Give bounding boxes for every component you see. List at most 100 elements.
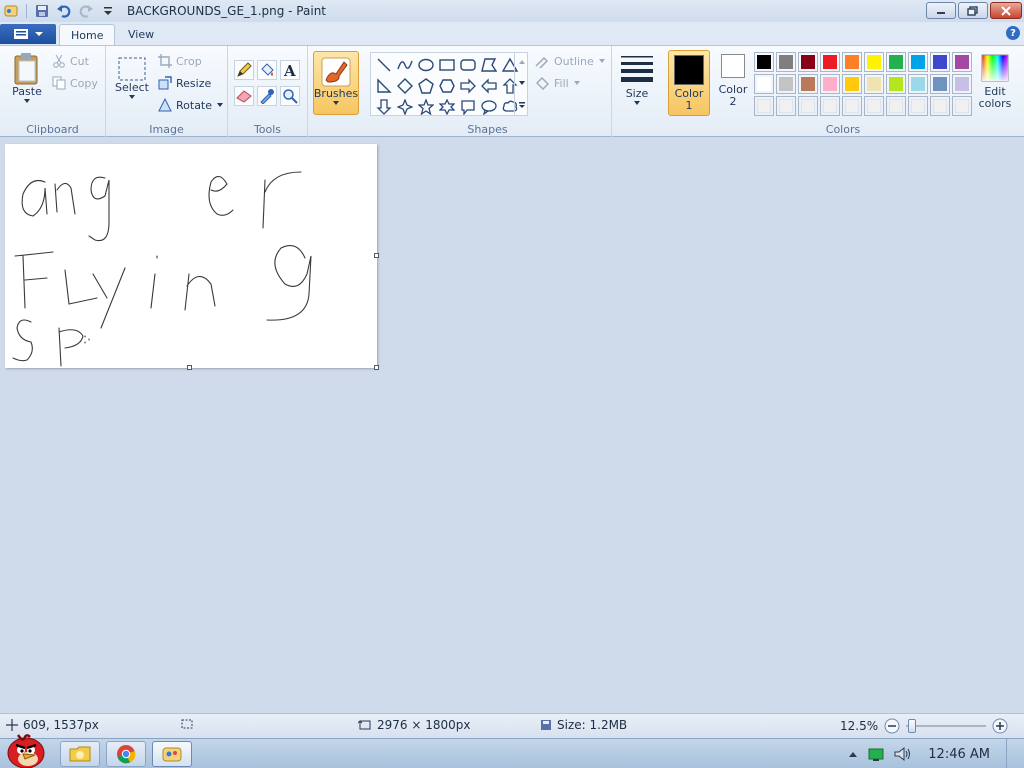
color2-button[interactable]: Color 2 (714, 54, 752, 108)
zoom-slider-thumb[interactable] (908, 719, 917, 733)
taskbar-explorer-button[interactable] (60, 741, 100, 767)
color-swatch[interactable] (886, 52, 906, 72)
color-swatch[interactable] (908, 96, 928, 116)
edit-colors-button[interactable]: Edit colors (976, 54, 1014, 110)
color-swatch[interactable] (864, 74, 884, 94)
polygon-shape-icon[interactable] (479, 55, 499, 75)
color-swatch[interactable] (754, 52, 774, 72)
zoom-slider[interactable] (906, 718, 987, 734)
undo-icon[interactable] (55, 2, 73, 20)
color-picker-icon[interactable] (257, 86, 277, 106)
color-swatch[interactable] (842, 52, 862, 72)
network-icon[interactable] (868, 747, 884, 761)
cut-button[interactable]: Cut (52, 54, 89, 68)
resize-handle-corner[interactable] (374, 365, 379, 370)
curve-shape-icon[interactable] (395, 55, 415, 75)
color-swatch[interactable] (820, 96, 840, 116)
zoom-out-icon[interactable] (884, 718, 900, 734)
fill-button[interactable]: Fill (534, 76, 581, 90)
color-swatch[interactable] (798, 74, 818, 94)
close-button[interactable] (990, 2, 1022, 19)
color-swatch[interactable] (776, 74, 796, 94)
color-swatch[interactable] (798, 96, 818, 116)
rotate-button[interactable]: Rotate (158, 98, 224, 112)
canvas-workspace[interactable] (0, 137, 1024, 713)
start-button[interactable] (4, 731, 48, 768)
fill-bucket-icon[interactable] (257, 60, 277, 80)
expand-gallery-icon[interactable] (518, 101, 526, 109)
tab-view[interactable]: View (117, 24, 165, 46)
right-triangle-shape-icon[interactable] (374, 76, 394, 96)
volume-icon[interactable] (894, 746, 912, 762)
rectangle-shape-icon[interactable] (437, 55, 457, 75)
color-swatch[interactable] (930, 96, 950, 116)
paint-app-icon[interactable] (2, 2, 20, 20)
rounded-rectangle-shape-icon[interactable] (458, 55, 478, 75)
resize-handle-bottom[interactable] (187, 365, 192, 370)
color-swatch[interactable] (842, 96, 862, 116)
color-swatch[interactable] (754, 74, 774, 94)
brushes-button[interactable]: Brushes (313, 51, 359, 115)
color-swatch[interactable] (820, 52, 840, 72)
color-swatch[interactable] (820, 74, 840, 94)
shapes-scroll[interactable] (514, 52, 528, 116)
color-swatch[interactable] (864, 96, 884, 116)
taskbar-clock[interactable]: 12:46 AM (928, 747, 990, 762)
restore-button[interactable] (958, 2, 988, 19)
rounded-callout-shape-icon[interactable] (458, 97, 478, 117)
five-point-star-shape-icon[interactable] (416, 97, 436, 117)
color-swatch[interactable] (952, 74, 972, 94)
select-button[interactable]: Select (114, 56, 150, 100)
outline-button[interactable]: Outline (534, 54, 606, 68)
taskbar-chrome-button[interactable] (106, 741, 146, 767)
resize-handle-right[interactable] (374, 253, 379, 258)
color-swatch[interactable] (864, 52, 884, 72)
drawing-canvas[interactable] (5, 144, 379, 370)
hexagon-shape-icon[interactable] (437, 76, 457, 96)
color-swatch[interactable] (930, 74, 950, 94)
scroll-up-icon[interactable] (518, 59, 526, 65)
color-swatch[interactable] (754, 96, 774, 116)
eraser-icon[interactable] (234, 86, 254, 106)
redo-icon[interactable] (77, 2, 95, 20)
oval-shape-icon[interactable] (416, 55, 436, 75)
crop-button[interactable]: Crop (158, 54, 202, 68)
minimize-button[interactable] (926, 2, 956, 19)
six-point-star-shape-icon[interactable] (437, 97, 457, 117)
left-arrow-shape-icon[interactable] (479, 76, 499, 96)
color1-button[interactable]: Color 1 (668, 50, 710, 116)
color-swatch[interactable] (908, 52, 928, 72)
four-point-star-shape-icon[interactable] (395, 97, 415, 117)
oval-callout-shape-icon[interactable] (479, 97, 499, 117)
color-swatch[interactable] (908, 74, 928, 94)
customize-qat-icon[interactable] (99, 2, 117, 20)
paste-button[interactable]: Paste (8, 52, 46, 104)
color-swatch[interactable] (952, 96, 972, 116)
scroll-down-icon[interactable] (518, 80, 526, 86)
diamond-shape-icon[interactable] (395, 76, 415, 96)
text-icon[interactable]: A (280, 60, 300, 80)
save-icon[interactable] (33, 2, 51, 20)
color-swatch[interactable] (952, 52, 972, 72)
zoom-in-icon[interactable] (992, 718, 1008, 734)
show-desktop-button[interactable] (1006, 739, 1016, 768)
size-button[interactable]: Size (618, 54, 656, 106)
tab-home[interactable]: Home (59, 24, 116, 46)
color-swatch[interactable] (798, 52, 818, 72)
tray-expand-icon[interactable] (848, 750, 858, 758)
pencil-icon[interactable] (234, 60, 254, 80)
paint-menu-button[interactable] (0, 24, 56, 44)
color-swatch[interactable] (842, 74, 862, 94)
down-arrow-shape-icon[interactable] (374, 97, 394, 117)
pentagon-shape-icon[interactable] (416, 76, 436, 96)
color-swatch[interactable] (776, 96, 796, 116)
copy-button[interactable]: Copy (52, 76, 98, 90)
line-shape-icon[interactable] (374, 55, 394, 75)
magnifier-icon[interactable] (280, 86, 300, 106)
color-swatch[interactable] (886, 74, 906, 94)
color-swatch[interactable] (886, 96, 906, 116)
color-swatch[interactable] (930, 52, 950, 72)
right-arrow-shape-icon[interactable] (458, 76, 478, 96)
resize-button[interactable]: Resize (158, 76, 211, 90)
color-swatch[interactable] (776, 52, 796, 72)
